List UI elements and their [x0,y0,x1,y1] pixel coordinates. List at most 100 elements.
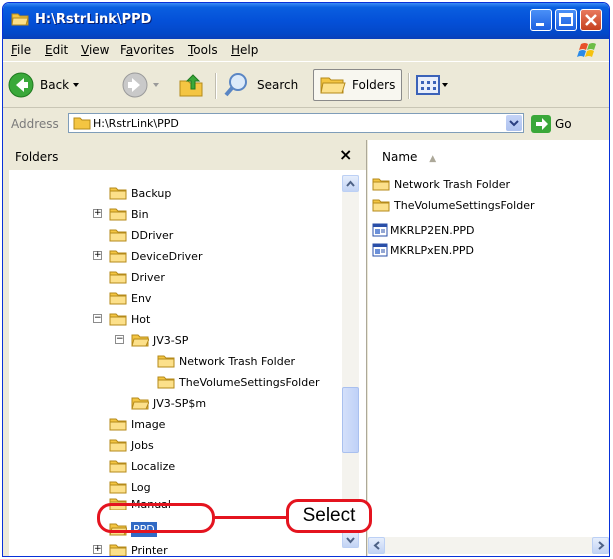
tree-expander-plus-icon[interactable]: + [93,251,102,260]
scroll-up-button[interactable] [342,175,359,192]
folder-icon [109,313,127,326]
forward-dropdown-icon[interactable] [149,80,163,90]
scroll-right-button[interactable] [592,537,609,554]
menu-edit[interactable]: Edit [45,43,68,57]
folders-button[interactable]: Folders [313,69,403,101]
ppd-file-icon [372,243,388,257]
column-header[interactable]: Name ▲ [368,150,609,170]
file-horizontal-scrollbar[interactable] [368,537,609,554]
explorer-window: H:\RstrLink\PPD File Edit View Favorites… [2,2,610,557]
tree-item[interactable]: DDriver [109,225,173,245]
go-label: Go [555,117,572,131]
scroll-down-button[interactable] [342,531,359,548]
folder-icon [109,439,127,452]
forward-button[interactable] [121,69,163,101]
back-button[interactable]: Back [7,69,83,101]
tree-item[interactable]: Hot [109,309,150,329]
folder-icon [372,199,390,212]
tree-item[interactable]: Jobs [109,435,154,455]
tree-item-label: JV3-SP [153,333,189,347]
folder-icon [157,355,175,368]
tree-item[interactable]: Env [109,288,151,308]
folder-icon [109,187,127,200]
search-label: Search [257,78,299,92]
tree-expander-plus-icon[interactable]: + [93,209,102,218]
file-list-item[interactable]: MKRLP2EN.PPD [372,220,475,240]
tree-item[interactable]: Localize [109,456,175,476]
tree-item[interactable]: JV3-SP [131,330,188,350]
up-folder-button[interactable] [177,69,207,101]
folder-open-icon [131,397,149,410]
tree-item-label: Backup [131,186,172,200]
up-folder-icon [179,74,203,97]
views-icon [416,75,440,95]
address-dropdown-button[interactable] [506,115,522,131]
chevron-up-icon [346,180,355,187]
folders-vertical-scrollbar[interactable] [342,175,359,548]
file-list-item[interactable]: TheVolumeSettingsFolder [372,195,534,215]
go-button[interactable]: Go [531,115,572,133]
tree-item-label: JV3-SP$m [153,396,207,410]
chevron-left-icon [373,541,380,550]
menu-favorites[interactable]: Favorites [120,43,174,57]
menu-tools[interactable]: Tools [188,43,218,57]
folders-pane-close-button[interactable]: × [339,145,352,164]
folders-icon [320,77,346,94]
tree-expander-minus-icon[interactable]: − [93,314,102,323]
tree-item-label: Network Trash Folder [179,354,295,368]
toolbar: Back Search Folders [3,63,609,108]
file-list-item-label: TheVolumeSettingsFolder [394,198,535,212]
back-label: Back [40,78,70,92]
folder-icon [109,271,127,284]
folder-icon [372,178,390,191]
tree-item[interactable]: TheVolumeSettingsFolder [157,372,319,392]
maximize-button[interactable] [555,9,577,31]
folders-pane-title: Folders [15,150,59,164]
folder-open-icon [11,13,29,26]
chevron-down-icon [509,120,519,127]
file-list-item[interactable]: Network Trash Folder [372,174,510,194]
folder-icon [157,376,175,389]
tree-item-label: Bin [131,207,149,221]
menu-file[interactable]: File [11,43,31,57]
file-list-item[interactable]: MKRLPxEN.PPD [372,240,474,260]
tree-item[interactable]: Image [109,414,165,434]
views-button[interactable] [416,69,452,101]
minimize-button[interactable] [530,9,552,31]
tree-expander-minus-icon[interactable]: − [115,335,124,344]
menu-help[interactable]: Help [231,43,258,57]
tree-item[interactable]: Backup [109,183,171,203]
tree-item[interactable]: JV3-SP$m [131,393,206,413]
menu-view[interactable]: View [81,43,109,57]
address-input[interactable]: H:\RstrLink\PPD [68,113,524,133]
tree-item-label: Env [131,291,152,305]
search-button[interactable]: Search [223,69,298,101]
name-column-header[interactable]: Name ▲ [382,150,436,164]
file-list-item-label: MKRLP2EN.PPD [390,223,475,237]
sort-ascending-icon: ▲ [429,154,437,164]
tree-item-label: DeviceDriver [131,249,203,263]
file-list-item-label: MKRLPxEN.PPD [390,243,475,257]
callout-connector [215,516,287,519]
scroll-left-button[interactable] [368,537,385,554]
maximize-icon [559,13,573,26]
folder-icon [73,117,91,130]
close-button[interactable] [580,9,602,31]
tree-item[interactable]: Log [109,477,151,497]
tree-item-label: TheVolumeSettingsFolder [179,375,320,389]
back-dropdown-icon[interactable] [69,80,83,90]
tree-item[interactable]: Driver [109,267,165,287]
tree-item[interactable]: Network Trash Folder [157,351,295,371]
folder-icon [109,208,127,221]
name-column-label: Name [382,150,418,164]
tree-item[interactable]: Printer [109,540,168,556]
windows-logo-icon [577,43,596,57]
tree-item[interactable]: DeviceDriver [109,246,202,266]
folder-icon [109,481,127,494]
tree-item[interactable]: Bin [109,204,149,224]
title-bar[interactable]: H:\RstrLink\PPD [3,3,609,39]
folder-icon [109,418,127,431]
tree-expander-plus-icon[interactable]: + [93,545,102,554]
scroll-thumb[interactable] [342,387,359,453]
back-arrow-icon [8,72,34,98]
